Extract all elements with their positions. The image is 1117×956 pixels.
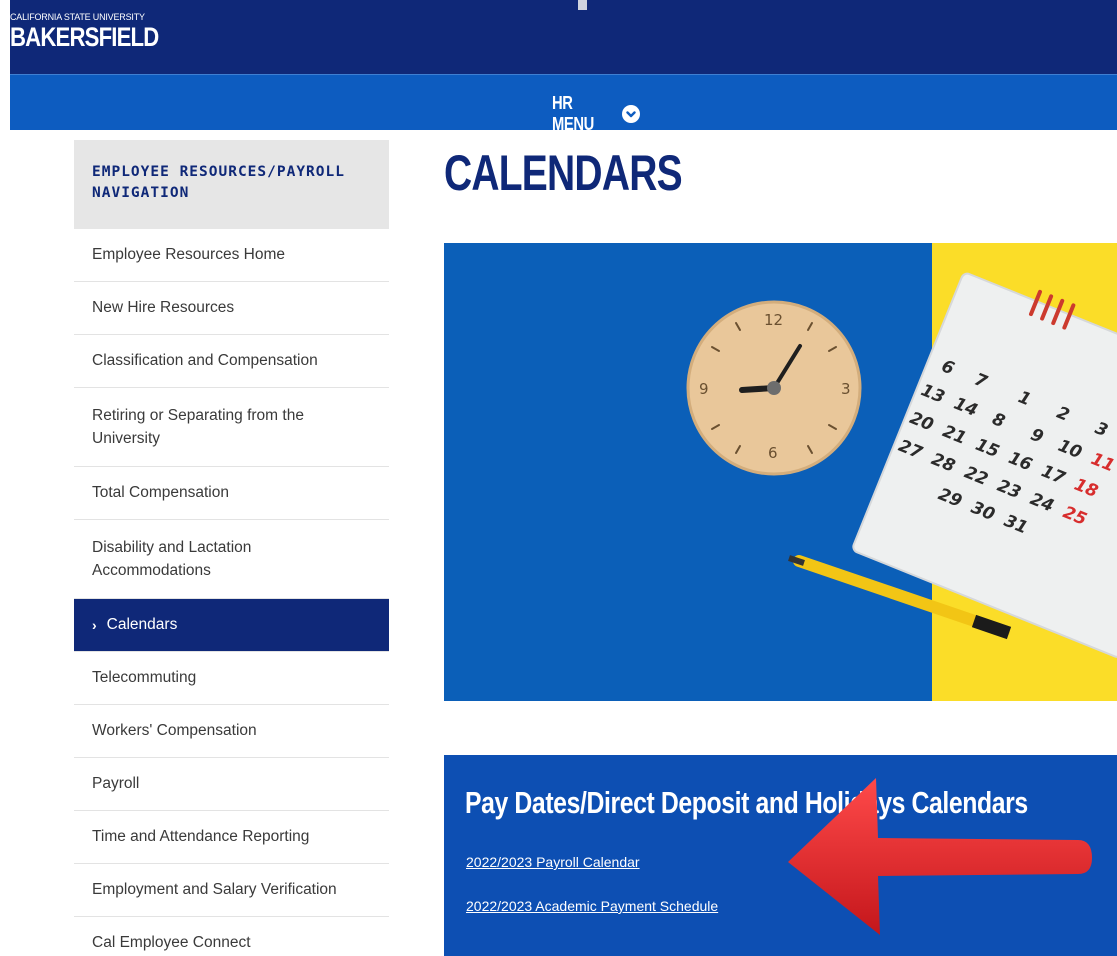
hero-image: 6 7 1 2 3 13 14 8 9 10 11 20 21 15 16 17… — [444, 243, 1117, 701]
sidebar-item-total-compensation[interactable]: Total Compensation — [74, 467, 389, 520]
svg-text:9: 9 — [699, 380, 709, 398]
sidebar-item-label: New Hire Resources — [92, 299, 235, 316]
sidebar-item-label: Disability and Lactation Accommodations — [92, 539, 252, 579]
sidebar-item-new-hire-resources[interactable]: New Hire Resources — [74, 282, 389, 335]
clock-illustration: 12 3 6 9 — [686, 300, 862, 476]
sidebar-item-payroll[interactable]: Payroll — [74, 758, 389, 811]
sidebar-heading-line1: EMPLOYEE RESOURCES/PAYROLL — [92, 164, 345, 180]
sidebar-list: Employee Resources Home New Hire Resourc… — [74, 229, 389, 956]
sidebar-item-label: Employee Resources Home — [92, 246, 285, 263]
sidebar-item-telecommuting[interactable]: Telecommuting — [74, 652, 389, 705]
sidebar-item-time-attendance[interactable]: Time and Attendance Reporting — [74, 811, 389, 864]
sidebar-item-label: Cal Employee Connect — [92, 934, 251, 951]
calendar-illustration: 6 7 1 2 3 13 14 8 9 10 11 20 21 15 16 17… — [852, 272, 1117, 658]
sidebar-item-retiring-separating[interactable]: Retiring or Separating from the Universi… — [74, 388, 389, 467]
sidebar-item-employment-salary-verification[interactable]: Employment and Salary Verification — [74, 864, 389, 917]
university-system-name: California State University — [10, 12, 145, 22]
sidebar-item-label: Employment and Salary Verification — [92, 881, 337, 898]
sidebar-item-label: Total Compensation — [92, 484, 229, 501]
sidebar-item-disability-lactation[interactable]: Disability and Lactation Accommodations — [74, 520, 389, 599]
header-notch — [578, 0, 587, 10]
chevron-right-icon: › — [92, 617, 97, 633]
sidebar-item-label: Time and Attendance Reporting — [92, 828, 310, 845]
chevron-down-circle-icon — [622, 105, 640, 123]
sidebar-navigation: EMPLOYEE RESOURCES/PAYROLL NAVIGATION Em… — [74, 140, 389, 956]
sidebar-item-calendars[interactable]: › Calendars — [74, 599, 389, 652]
sidebar-item-classification-compensation[interactable]: Classification and Compensation — [74, 335, 389, 388]
sidebar-item-label: Telecommuting — [92, 669, 197, 686]
svg-text:12: 12 — [764, 311, 783, 329]
svg-text:3: 3 — [841, 380, 851, 398]
page-title: CALENDARS — [444, 145, 683, 201]
sidebar-item-label: Retiring or Separating from the Universi… — [92, 407, 304, 447]
sidebar-item-label: Payroll — [92, 775, 140, 792]
sidebar-item-label: Workers' Compensation — [92, 722, 257, 739]
hr-menu-button[interactable]: HR MENU — [552, 93, 640, 135]
sidebar-item-cal-employee-connect[interactable]: Cal Employee Connect — [74, 917, 389, 956]
sidebar-item-label: Classification and Compensation — [92, 352, 318, 369]
hr-menu-label: HR MENU — [552, 93, 594, 134]
payroll-calendar-link[interactable]: 2022/2023 Payroll Calendar — [466, 854, 640, 870]
sidebar-heading: EMPLOYEE RESOURCES/PAYROLL NAVIGATION — [74, 140, 389, 229]
campus-logo[interactable]: BAKERSFIELD — [10, 22, 159, 53]
sidebar-item-employee-resources-home[interactable]: Employee Resources Home — [74, 229, 389, 282]
academic-payment-schedule-link[interactable]: 2022/2023 Academic Payment Schedule — [466, 898, 718, 914]
hr-menu-bar: HR MENU — [10, 74, 1117, 134]
svg-text:6: 6 — [768, 444, 778, 462]
site-header: California State University BAKERSFIELD — [10, 0, 1117, 74]
sidebar-item-label: Calendars — [106, 616, 178, 633]
sidebar-heading-line2: NAVIGATION — [92, 185, 190, 201]
red-arrow-annotation — [788, 778, 1092, 935]
sidebar-item-workers-compensation[interactable]: Workers' Compensation — [74, 705, 389, 758]
